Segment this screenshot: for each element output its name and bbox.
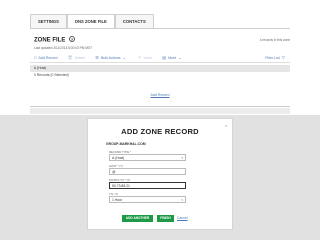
undo-label: Undo: [143, 55, 153, 60]
undo-icon: ↶: [138, 55, 142, 60]
bulk-actions-button[interactable]: ☰ Bulk Actions ⌄: [95, 55, 128, 60]
zone-toolbar: □ Add Record 🗑 Delete ☰ Bulk Actions ⌄ ↶…: [30, 53, 290, 63]
section-divider: [30, 106, 290, 107]
last-updated-text: Last updated 3/11/2013 8:00:03 PM MST: [34, 46, 93, 50]
chevron-down-icon: ⌄: [178, 55, 182, 60]
tab-contacts[interactable]: CONTACTS: [114, 14, 154, 28]
record-group-header-2: [30, 108, 290, 114]
add-record-link[interactable]: Add Record: [0, 93, 320, 97]
more-icon: ▤: [162, 55, 167, 60]
tab-dns-zone-file[interactable]: DNS ZONE FILE: [66, 14, 115, 28]
trash-icon: 🗑: [67, 54, 73, 60]
ttl-select[interactable]: 1 Hour ▾: [109, 196, 186, 203]
add-another-button[interactable]: ADD ANOTHER: [122, 215, 153, 222]
add-record-button[interactable]: □ Add Record: [34, 55, 58, 60]
delete-label: Delete: [74, 55, 86, 60]
chevron-down-icon: ▾: [181, 198, 183, 202]
tab-divider: [30, 28, 290, 29]
tab-bar: SETTINGS DNS ZONE FILE CONTACTS: [30, 14, 154, 28]
record-type-select[interactable]: A (Host) ▾: [109, 154, 186, 161]
page-title-text: ZONE FILE: [34, 37, 66, 44]
page-title: ZONE FILE ?: [34, 36, 76, 44]
chevron-down-icon: ▾: [181, 156, 183, 160]
domain-name: GROUP-MARKHAL.COM: [106, 142, 146, 146]
cancel-link[interactable]: Cancel: [177, 215, 188, 222]
chevron-down-icon: ⌄: [122, 55, 127, 60]
add-record-icon: □: [34, 55, 37, 60]
dialog-title: ADD ZONE RECORD: [121, 127, 199, 136]
record-count-text: 4 records in this zone: [259, 38, 290, 42]
filter-list-button[interactable]: Filter List ▽: [265, 55, 287, 60]
filter-icon: ▽: [281, 55, 285, 60]
filter-list-label: Filter List: [265, 55, 280, 60]
tab-settings[interactable]: SETTINGS: [30, 14, 67, 28]
bulk-actions-icon: ☰: [95, 55, 99, 60]
record-type-value: A (Host): [112, 156, 125, 160]
delete-button[interactable]: 🗑 Delete: [68, 55, 86, 61]
undo-button[interactable]: ↶ Undo: [138, 55, 152, 60]
add-record-label: Add Record: [38, 55, 58, 60]
host-input[interactable]: @: [109, 168, 186, 175]
record-group-count: 0 Records (0 Selected): [34, 73, 69, 77]
bulk-actions-label: Bulk Actions: [101, 55, 121, 60]
points-to-input[interactable]: 50.73.88.21: [109, 182, 186, 189]
finish-button[interactable]: FINISH: [157, 215, 174, 222]
record-group-header[interactable]: A (Host): [30, 65, 290, 72]
more-label: More: [168, 55, 177, 60]
help-icon[interactable]: ?: [69, 36, 76, 42]
ttl-value: 1 Hour: [112, 198, 123, 202]
add-zone-record-dialog: x ADD ZONE RECORD GROUP-MARKHAL.COM RECO…: [87, 118, 233, 230]
more-button[interactable]: ▤ More ⌄: [162, 55, 184, 60]
